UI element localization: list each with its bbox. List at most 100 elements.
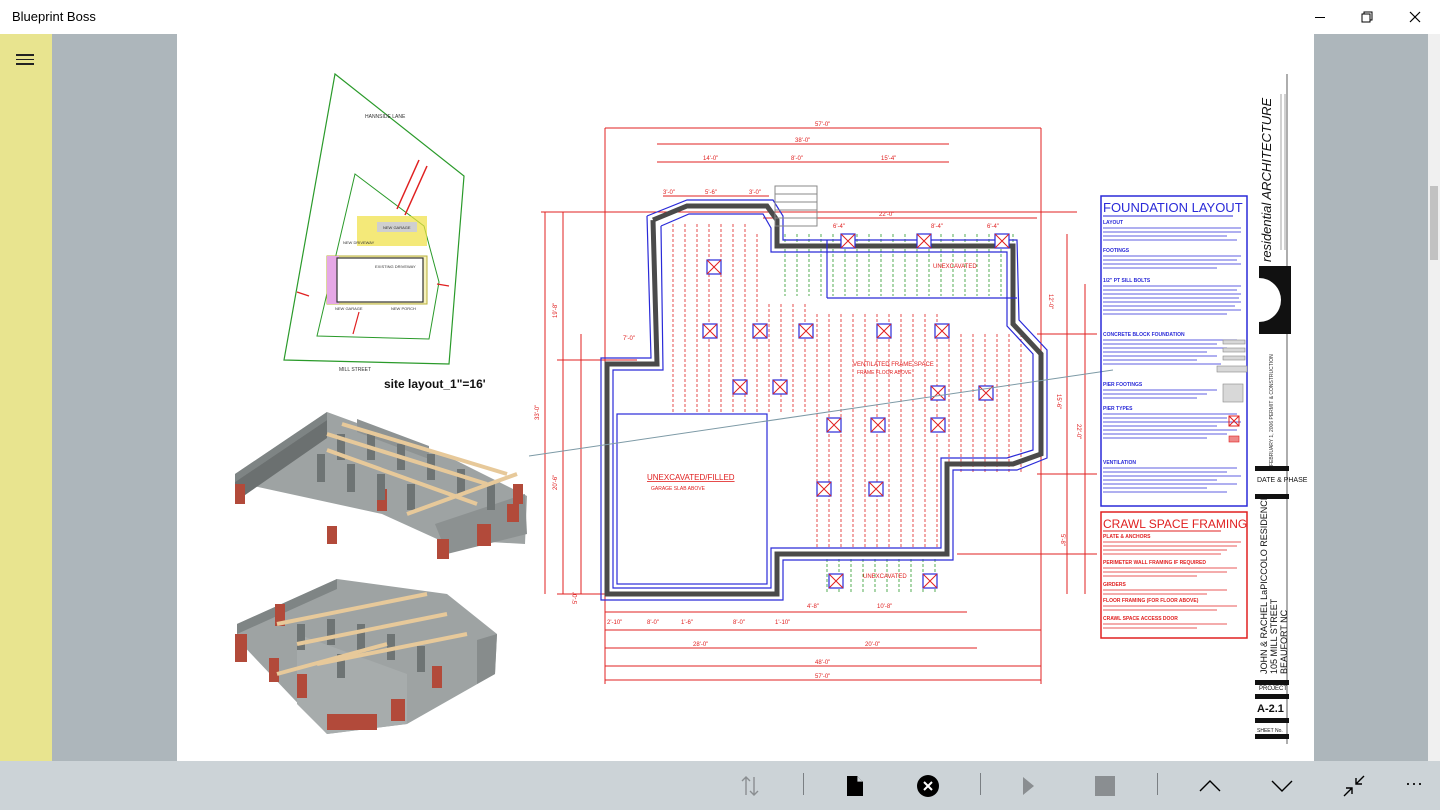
bottom-toolbar: ··· bbox=[0, 761, 1440, 810]
dim-top-1: 38'-0" bbox=[795, 138, 810, 144]
dim-top-6: 5'-6" bbox=[705, 190, 717, 196]
close-icon bbox=[1409, 11, 1421, 23]
close-document-button[interactable] bbox=[910, 768, 946, 804]
toolbar-separator bbox=[803, 773, 804, 795]
dim-bottom-9: 20'-0" bbox=[865, 642, 880, 648]
dim-top-11: 6'-4" bbox=[987, 224, 999, 230]
site-street-top: HANNSIDE LANE bbox=[365, 114, 406, 120]
dim-bottom-11: 57'-0" bbox=[815, 674, 830, 680]
minimize-button[interactable] bbox=[1297, 0, 1343, 34]
site-label-1: NEW GARAGE bbox=[383, 225, 411, 230]
date-phase: DATE & PHASE bbox=[1257, 477, 1308, 484]
document-icon bbox=[847, 776, 863, 796]
project-label: PROJECT bbox=[1259, 686, 1287, 692]
note-unexcavated-2: UNEXCAVATED bbox=[933, 264, 977, 270]
dim-bottom-5: 1'-10" bbox=[775, 620, 790, 626]
sort-button[interactable] bbox=[732, 768, 768, 804]
site-street-bottom: MILL STREET bbox=[339, 367, 371, 373]
site-caption: site layout_1"=16' bbox=[384, 377, 486, 391]
site-label-5: NEW PORCH bbox=[391, 306, 416, 311]
fl-section-6: PIER TYPES bbox=[1103, 406, 1133, 412]
title-block: residential ARCHITECTURE FEBRUARY 1, 200… bbox=[1216, 74, 1308, 744]
dim-bottom-1: 2'-10" bbox=[607, 620, 622, 626]
csf-section-5: CRAWL SPACE ACCESS DOOR bbox=[1103, 616, 1178, 622]
scrollbar-thumb[interactable] bbox=[1430, 186, 1438, 260]
toolbar-separator bbox=[1157, 773, 1158, 795]
page-button[interactable] bbox=[837, 768, 873, 804]
dim-left-3: 20'-6" bbox=[553, 475, 559, 490]
isometric-view-1 bbox=[235, 412, 527, 559]
dim-right-3: 22'-0" bbox=[1075, 424, 1081, 439]
sheet-number: A-2.1 bbox=[1257, 703, 1284, 715]
title-bar: Blueprint Boss bbox=[0, 0, 1440, 34]
dim-left-1: 19'-8" bbox=[553, 303, 559, 318]
vertical-scrollbar[interactable] bbox=[1428, 34, 1440, 761]
dim-top-8: 22'-0" bbox=[879, 212, 894, 218]
document-viewer[interactable]: HANNSIDE LANE MILL STREET NEW GARAGE NEW… bbox=[52, 34, 1428, 761]
blueprint-page: HANNSIDE LANE MILL STREET NEW GARAGE NEW… bbox=[177, 34, 1314, 761]
play-icon bbox=[1023, 777, 1034, 795]
chevron-up-icon bbox=[1199, 780, 1221, 792]
project-name: JOHN & RACHEL LaPICCOLO RESIDENCE bbox=[1259, 494, 1269, 674]
sheet-label: SHEET No. bbox=[1257, 728, 1283, 734]
dim-top-5: 3'-0" bbox=[663, 190, 675, 196]
foundation-plan: 57'-0" 38'-0" 14'-0" 8'-0" 15'-4" 3'-0" … bbox=[528, 122, 1114, 684]
csf-section-2: PERIMETER WALL FRAMING IF REQUIRED bbox=[1103, 560, 1206, 566]
fl-section-1: LAYOUT bbox=[1103, 220, 1123, 226]
play-button[interactable] bbox=[1010, 768, 1046, 804]
fl-section-7: VENTILATION bbox=[1103, 460, 1136, 466]
fl-section-5: PIER FOOTINGS bbox=[1103, 382, 1143, 388]
app-title: Blueprint Boss bbox=[12, 9, 96, 24]
dim-top-2: 14'-0" bbox=[703, 156, 718, 162]
previous-page-button[interactable] bbox=[1192, 768, 1228, 804]
collapse-button[interactable] bbox=[1336, 768, 1372, 804]
dim-left-2: 33'-0" bbox=[535, 405, 541, 420]
crawl-space-framing-notes: CRAWL SPACE FRAMING PLATE & ANCHORS PERI… bbox=[1100, 511, 1248, 639]
dim-bottom-2: 8'-0" bbox=[647, 620, 659, 626]
note-garage-slab: GARAGE SLAB ABOVE bbox=[651, 486, 706, 492]
dim-top-10: 8'-4" bbox=[931, 224, 943, 230]
dim-left-5: 5'-0" bbox=[573, 592, 579, 604]
dim-right-1: 12'-0" bbox=[1047, 294, 1053, 309]
project-city: BEAUFORT NC bbox=[1279, 609, 1289, 674]
stop-icon bbox=[1095, 776, 1115, 796]
note-frame-floor: FRAME FLOOR ABOVE bbox=[857, 370, 912, 376]
dim-top-overall: 57'-0" bbox=[815, 122, 830, 128]
blueprint-drawing: HANNSIDE LANE MILL STREET NEW GARAGE NEW… bbox=[235, 72, 1308, 744]
project-address: 105 MILL STREET bbox=[1269, 598, 1279, 674]
collapse-arrows-icon bbox=[1343, 775, 1365, 797]
dim-top-9: 6'-4" bbox=[833, 224, 845, 230]
restore-button[interactable] bbox=[1344, 0, 1390, 34]
next-page-button[interactable] bbox=[1264, 768, 1300, 804]
foundation-title: FOUNDATION LAYOUT bbox=[1103, 200, 1243, 215]
csf-section-3: GIRDERS bbox=[1103, 582, 1126, 588]
csf-section-4: FLOOR FRAMING (FOR FLOOR ABOVE) bbox=[1103, 598, 1199, 604]
dim-left-4: 7'-0" bbox=[623, 336, 635, 342]
isometric-view-2 bbox=[235, 579, 497, 734]
dim-top-7: 3'-0" bbox=[749, 190, 761, 196]
dim-bottom-4: 8'-0" bbox=[733, 620, 745, 626]
crawl-title: CRAWL SPACE FRAMING bbox=[1103, 517, 1247, 531]
restore-icon bbox=[1361, 11, 1373, 23]
chevron-down-icon bbox=[1271, 780, 1293, 792]
site-label-2: NEW DRIVEWAY bbox=[343, 240, 375, 245]
site-label-4: NEW GARAGE bbox=[335, 306, 363, 311]
dim-top-4: 15'-4" bbox=[881, 156, 896, 162]
dim-bottom-6: 4'-8" bbox=[807, 604, 819, 610]
dim-bottom-10: 48'-0" bbox=[815, 660, 830, 666]
close-window-button[interactable] bbox=[1392, 0, 1438, 34]
hamburger-menu-icon[interactable] bbox=[16, 54, 34, 68]
csf-section-1: PLATE & ANCHORS bbox=[1103, 534, 1151, 540]
fl-section-4: CONCRETE BLOCK FOUNDATION bbox=[1103, 332, 1185, 338]
dim-right-4: 5'-8" bbox=[1059, 534, 1065, 546]
firm-brand: residential ARCHITECTURE bbox=[1259, 97, 1274, 262]
dim-bottom-3: 1'-6" bbox=[681, 620, 693, 626]
date-line: FEBRUARY 1, 2006 PERMIT & CONSTRUCTION bbox=[1269, 354, 1275, 466]
dim-right-2: 15'-6" bbox=[1055, 394, 1061, 409]
site-layout: HANNSIDE LANE MILL STREET NEW GARAGE NEW… bbox=[283, 72, 486, 391]
stop-button[interactable] bbox=[1087, 768, 1123, 804]
minimize-icon bbox=[1315, 17, 1325, 18]
more-options-button[interactable]: ··· bbox=[1396, 765, 1432, 801]
dim-bottom-8: 28'-0" bbox=[693, 642, 708, 648]
note-ventilated: VENTILATED FRAME SPACE bbox=[853, 362, 934, 368]
